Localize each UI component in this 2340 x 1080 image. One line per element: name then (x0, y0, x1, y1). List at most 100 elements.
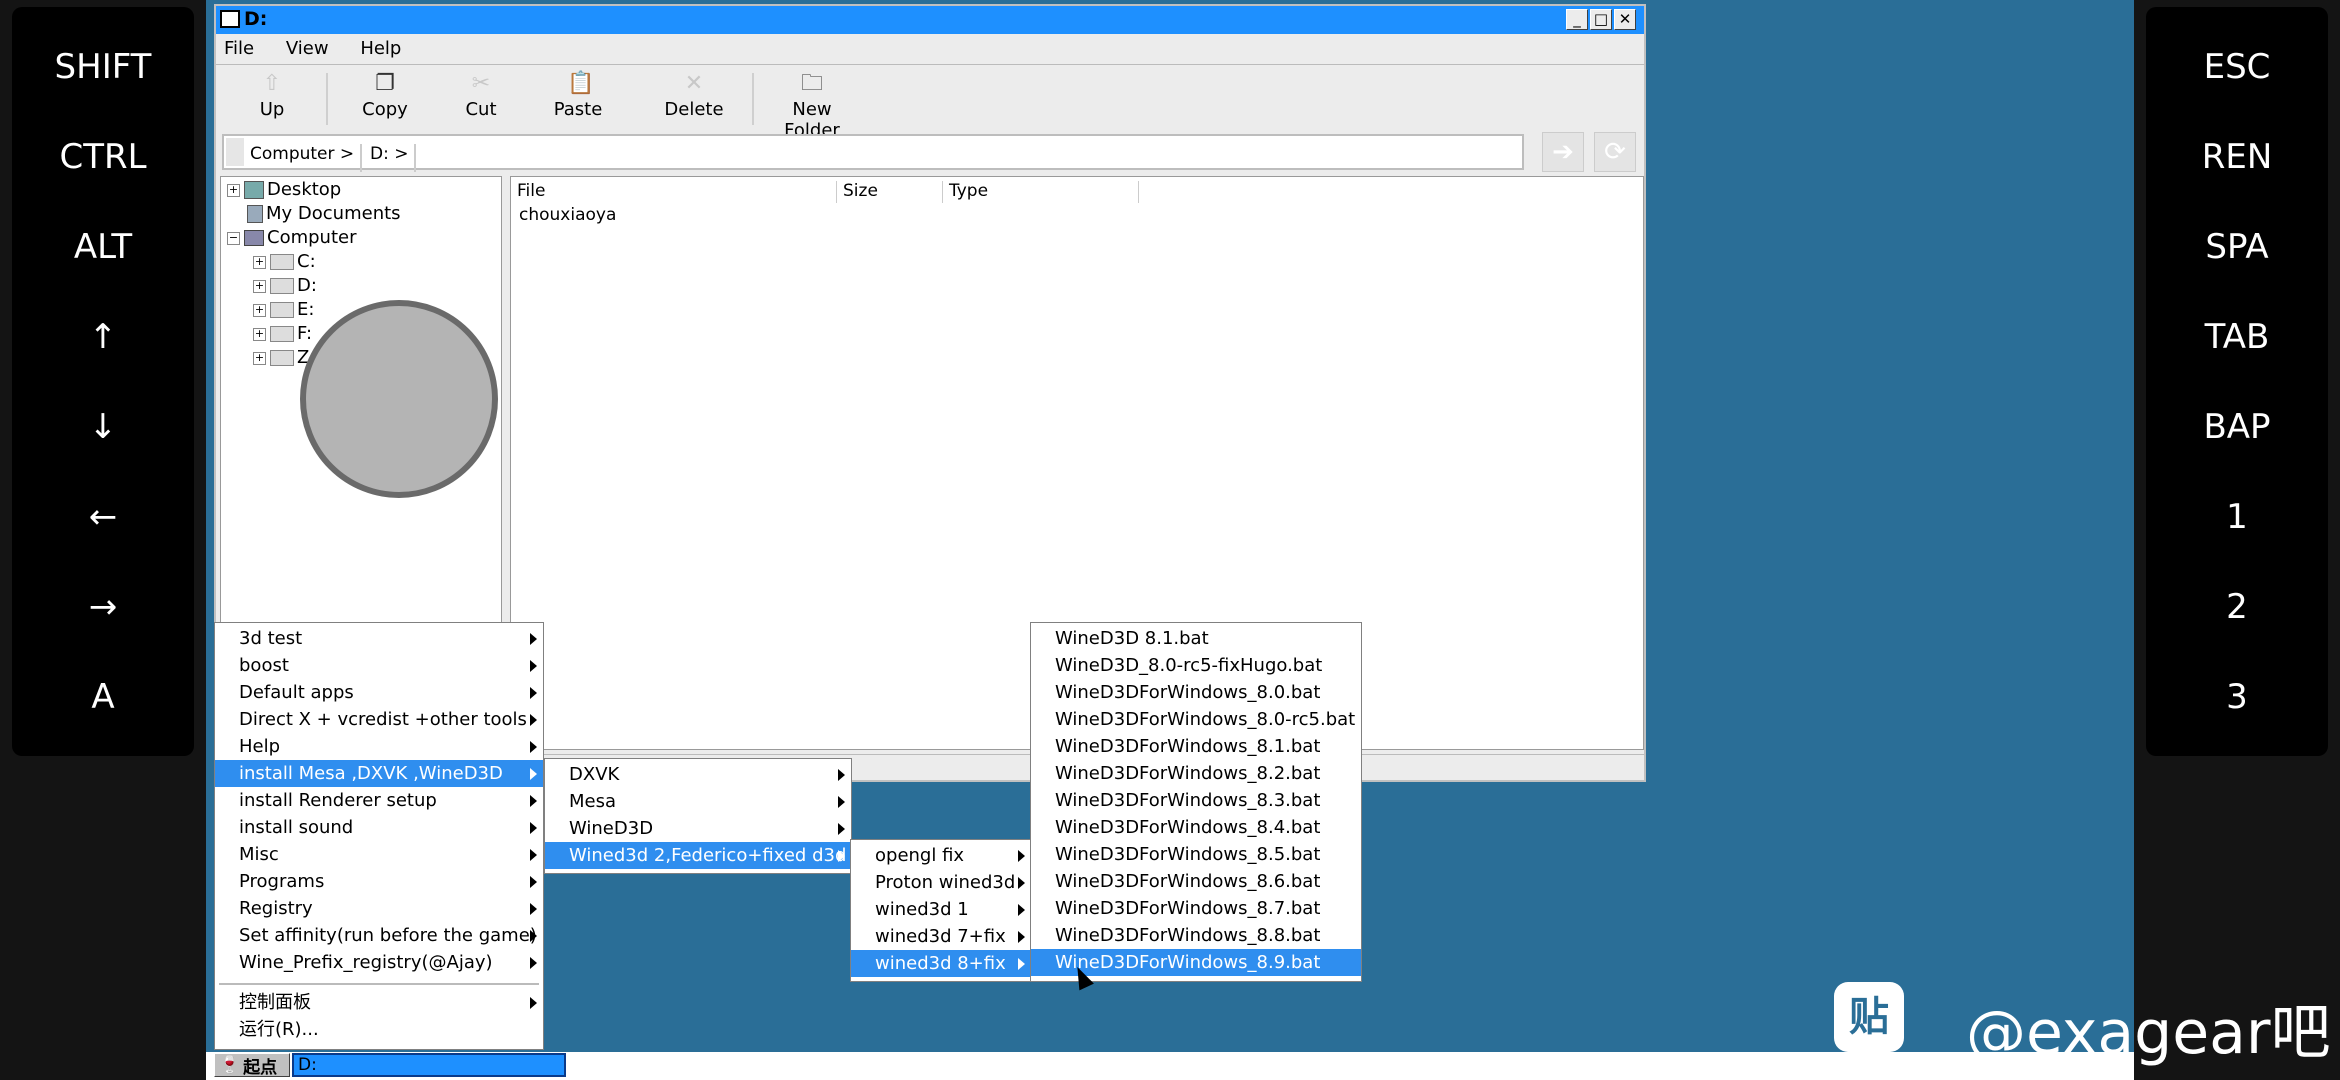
menu-item-misc[interactable]: Misc (215, 841, 543, 868)
address-dropdown-icon[interactable] (226, 138, 244, 166)
delete-label: Delete (664, 99, 724, 120)
delete-button[interactable]: ✕ Delete (664, 69, 724, 129)
taskbar-window-button[interactable]: D: (292, 1053, 566, 1077)
submenu-arrow-icon (1018, 877, 1025, 889)
menu-item-3d-test[interactable]: 3d test (215, 625, 543, 652)
submenu-arrow-icon (530, 687, 537, 699)
menu-item-bat[interactable]: WineD3DForWindows_8.7.bat (1031, 895, 1361, 922)
menu-item-opengl-fix[interactable]: opengl fix (851, 842, 1031, 869)
menu-label: install sound (239, 817, 354, 838)
menu-label: Wine_Prefix_registry(@Ajay) (239, 952, 493, 973)
menu-item-bat[interactable]: WineD3DForWindows_8.5.bat (1031, 841, 1361, 868)
tree-label: C: (297, 251, 316, 272)
maximize-icon[interactable]: □ (1590, 9, 1612, 30)
start-menu: 3d test boost Default apps Direct X + vc… (214, 622, 544, 1050)
scissors-icon: ✂ (471, 71, 491, 96)
tree-item-desktop[interactable]: + Desktop (227, 179, 341, 200)
menu-item-wine-prefix-registry[interactable]: Wine_Prefix_registry(@Ajay) (215, 949, 543, 976)
tree-item-my-documents[interactable]: My Documents (247, 203, 401, 224)
menu-item-bat[interactable]: WineD3D 8.1.bat (1031, 625, 1361, 652)
expand-icon[interactable]: + (253, 327, 266, 341)
menu-label: Mesa (569, 791, 617, 812)
column-header-file[interactable]: File (511, 181, 837, 203)
copy-icon: ❐ (375, 71, 395, 96)
menu-item-help[interactable]: Help (215, 733, 543, 760)
menu-label: install Renderer setup (239, 790, 437, 811)
drive-icon (270, 350, 294, 366)
menu-item-bat[interactable]: WineD3DForWindows_8.6.bat (1031, 868, 1361, 895)
menu-label: Help (239, 736, 281, 757)
submenu-arrow-icon (1018, 904, 1025, 916)
menu-item-bat[interactable]: WineD3DForWindows_8.2.bat (1031, 760, 1361, 787)
minimize-icon[interactable]: _ (1566, 9, 1588, 30)
menu-item-programs[interactable]: Programs (215, 868, 543, 895)
drive-icon (270, 326, 294, 342)
cut-button[interactable]: ✂ Cut (456, 69, 506, 129)
menu-item-install-sound[interactable]: install sound (215, 814, 543, 841)
submenu-arrow-icon (530, 768, 537, 780)
menu-item-bat[interactable]: WineD3DForWindows_8.3.bat (1031, 787, 1361, 814)
menu-item-wined3d2-federico[interactable]: Wined3d 2,Federico+fixed d3d (545, 842, 851, 869)
menu-item-registry[interactable]: Registry (215, 895, 543, 922)
menu-item-install-mesa[interactable]: install Mesa ,DXVK ,WineD3D (215, 760, 543, 787)
documents-icon (247, 205, 263, 223)
menu-help[interactable]: Help (360, 38, 401, 59)
address-bar[interactable]: Computer > D: > (222, 134, 1524, 172)
menu-item-boost[interactable]: boost (215, 652, 543, 679)
column-header-size[interactable]: Size (837, 181, 943, 203)
key-a[interactable]: A (12, 637, 194, 756)
expand-icon[interactable]: + (253, 351, 266, 365)
start-button[interactable]: 🍷 起点 (214, 1053, 290, 1078)
menu-item-mesa[interactable]: Mesa (545, 788, 851, 815)
column-header-type[interactable]: Type (943, 181, 1139, 203)
desktop-icon (244, 181, 264, 199)
go-arrow-icon[interactable]: ➔ (1542, 132, 1584, 172)
refresh-icon[interactable]: ⟳ (1594, 132, 1636, 172)
menu-item-dxvk[interactable]: DXVK (545, 761, 851, 788)
menu-item-wined3d[interactable]: WineD3D (545, 815, 851, 842)
new-folder-button[interactable]: 🗀 New Folder (764, 69, 860, 142)
wine-glass-icon: 🍷 (219, 1055, 241, 1075)
menu-item-bat[interactable]: WineD3DForWindows_8.4.bat (1031, 814, 1361, 841)
tree-item-drive-d[interactable]: + D: (253, 275, 317, 296)
title-bar[interactable]: D: _ □ ✕ (216, 6, 1644, 34)
tree-item-drive-f[interactable]: + F: (253, 323, 312, 344)
submenu-arrow-icon (530, 997, 537, 1009)
copy-button[interactable]: ❐ Copy (350, 69, 420, 129)
close-icon[interactable]: ✕ (1614, 9, 1636, 30)
paste-button[interactable]: 📋 Paste (548, 69, 608, 129)
menu-item-run[interactable]: 运行(R)... (215, 1016, 543, 1043)
touch-joystick[interactable] (300, 300, 498, 498)
menu-item-wined3d-7-fix[interactable]: wined3d 7+fix (851, 923, 1031, 950)
menu-item-bat[interactable]: WineD3DForWindows_8.1.bat (1031, 733, 1361, 760)
menu-item-bat[interactable]: WineD3D_8.0-rc5-fixHugo.bat (1031, 652, 1361, 679)
expand-icon[interactable]: + (253, 303, 266, 317)
menu-item-bat[interactable]: WineD3DForWindows_8.0.bat (1031, 679, 1361, 706)
key-3[interactable]: 3 (2146, 637, 2328, 756)
tree-item-drive-e[interactable]: + E: (253, 299, 314, 320)
menu-item-install-renderer[interactable]: install Renderer setup (215, 787, 543, 814)
menu-item-control-panel[interactable]: 控制面板 (215, 989, 543, 1016)
menu-item-default-apps[interactable]: Default apps (215, 679, 543, 706)
tree-item-computer[interactable]: − Computer (227, 227, 356, 248)
tree-item-drive-c[interactable]: + C: (253, 251, 316, 272)
expand-icon[interactable]: + (253, 279, 266, 293)
menu-item-wined3d-1[interactable]: wined3d 1 (851, 896, 1031, 923)
up-button[interactable]: ⇧ Up (242, 69, 302, 129)
expand-icon[interactable]: + (253, 255, 266, 269)
file-row[interactable]: chouxiaoya (519, 205, 616, 225)
collapse-icon[interactable]: − (227, 231, 240, 245)
breadcrumb-computer[interactable]: Computer > (250, 144, 363, 172)
menu-item-proton-wined3d[interactable]: Proton wined3d (851, 869, 1031, 896)
menu-item-wined3d-8-fix[interactable]: wined3d 8+fix (851, 950, 1031, 977)
copy-label: Copy (362, 99, 408, 120)
menu-item-set-affinity[interactable]: Set affinity(run before the game) (215, 922, 543, 949)
expand-icon[interactable]: + (227, 183, 240, 197)
menu-view[interactable]: View (286, 38, 329, 59)
menu-item-bat[interactable]: WineD3DForWindows_8.8.bat (1031, 922, 1361, 949)
menu-item-directx[interactable]: Direct X + vcredist +other tools (215, 706, 543, 733)
submenu-arrow-icon (838, 850, 845, 862)
menu-item-bat[interactable]: WineD3DForWindows_8.0-rc5.bat (1031, 706, 1361, 733)
breadcrumb-d[interactable]: D: > (370, 144, 417, 172)
menu-file[interactable]: File (224, 38, 254, 59)
